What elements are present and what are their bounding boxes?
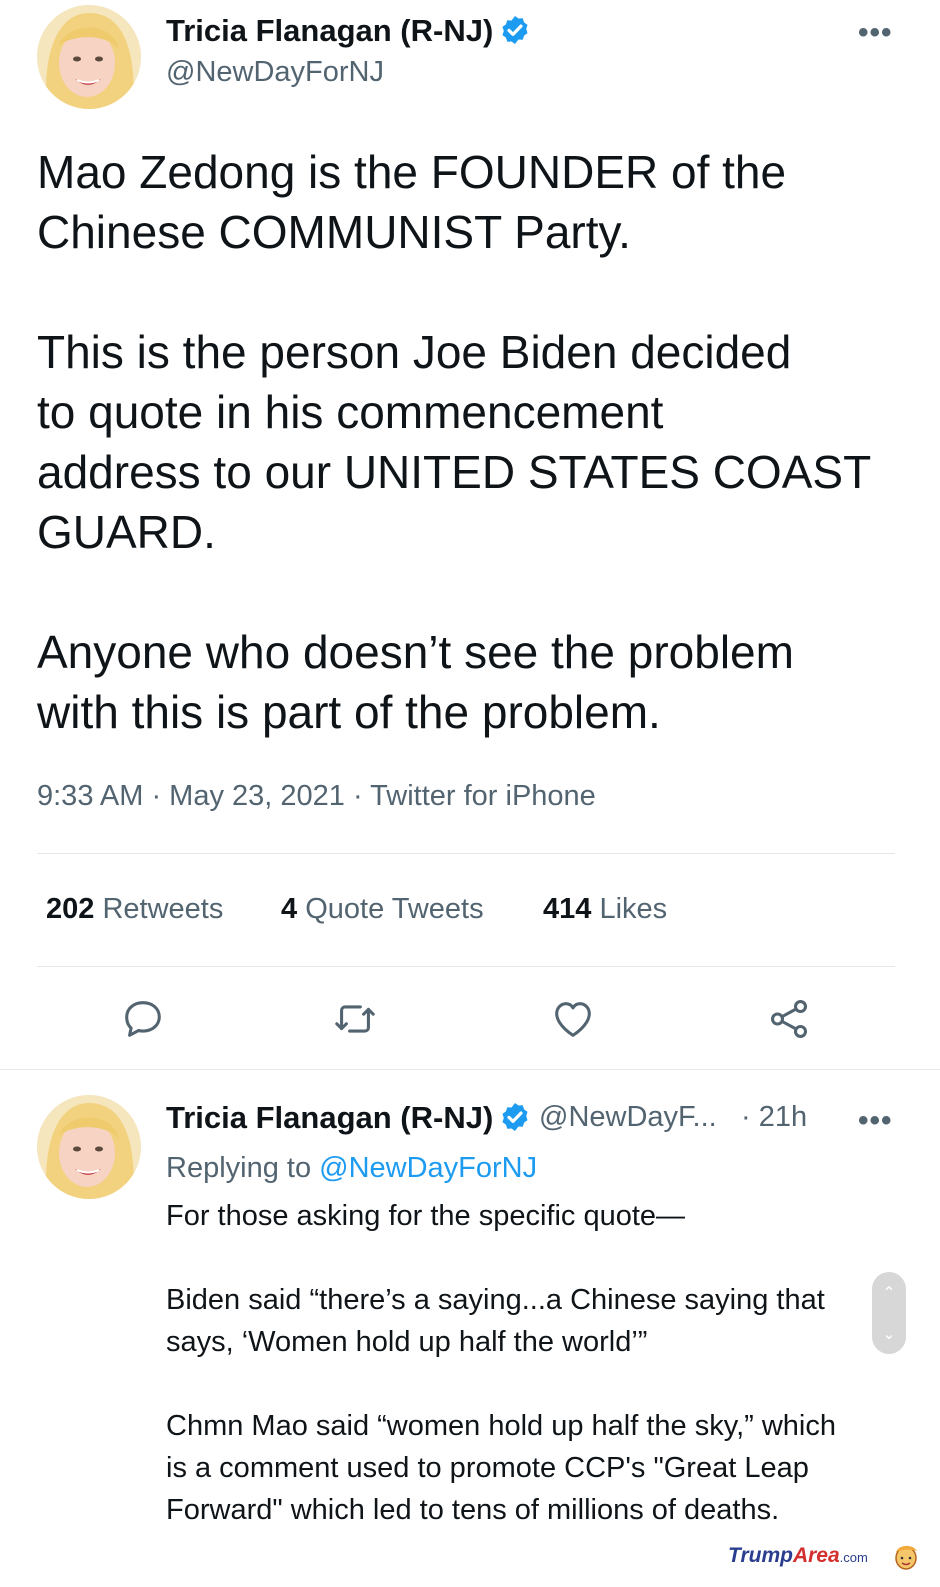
divider [37,853,895,854]
reply-time[interactable]: · 21h [741,1101,807,1134]
divider [0,1069,940,1070]
likes-stat[interactable]: 414 Likes [543,893,667,926]
chevron-down-icon[interactable]: ⌄ [882,1324,895,1344]
like-icon[interactable] [550,996,596,1042]
tweet-line: This is the person Joe Biden decided [37,326,792,378]
reply-line [166,1363,906,1405]
author-name-row[interactable]: Tricia Flanagan (R-NJ) [166,13,531,49]
reply-author-handle[interactable]: @NewDayF... [539,1101,717,1134]
tweet-line: Anyone who doesn’t see the problem [37,626,794,678]
replying-to-label: Replying to [166,1152,312,1184]
likes-label: Likes [599,893,668,925]
likes-count: 414 [543,893,592,925]
tweet-line: Mao Zedong is the FOUNDER of the [37,146,787,198]
retweet-icon[interactable] [332,996,378,1042]
avatar-image [37,1095,141,1199]
avatar[interactable] [37,5,141,109]
watermark-logo: TrumpArea.com [728,1544,868,1568]
avatar-image [37,5,141,109]
tweet-text: Mao Zedong is the FOUNDER of the Chinese… [37,142,917,742]
tweet-line: to quote in his commencement [37,386,664,438]
quotes-count: 4 [281,893,298,925]
share-icon[interactable] [766,996,812,1042]
tweet-paragraph: Mao Zedong is the FOUNDER of the Chinese… [37,142,917,262]
tweet-line: with this is part of the problem. [37,686,661,738]
tweet-paragraph: Anyone who doesn’t see the problem with … [37,622,917,742]
reply-line: Biden said “there’s a saying...a Chinese… [166,1284,825,1316]
replying-to-handle-link[interactable]: @NewDayForNJ [319,1152,537,1184]
watermark-brand-a: Trump [728,1544,793,1567]
retweets-label: Retweets [102,893,224,925]
watermark-brand-b: Area [792,1544,840,1567]
verified-badge-icon [502,1103,528,1131]
reply-line: says, ‘Women hold up half the world’” [166,1326,648,1358]
more-options-icon[interactable]: ••• [858,16,893,50]
reply-line: Forward" which led to tens of millions o… [166,1494,780,1526]
author-handle[interactable]: @NewDayForNJ [166,56,384,89]
reply-text: For those asking for the specific quote—… [166,1195,906,1531]
tweet-line: address to our UNITED STATES COAST [37,446,872,498]
tweet-line: GUARD. [37,506,216,558]
watermark-suffix: .com [839,1550,868,1565]
mascot-icon [895,1545,917,1570]
tweet-line: Chinese COMMUNIST Party. [37,206,631,258]
reply-icon[interactable] [120,996,166,1042]
reply-author-name[interactable]: Tricia Flanagan (R-NJ) [166,1100,493,1135]
tweet-timestamp[interactable]: 9:33 AM · May 23, 2021 · Twitter for iPh… [37,780,596,813]
avatar[interactable] [37,1095,141,1199]
reply-line [166,1237,906,1279]
reply-author-name-row[interactable]: Tricia Flanagan (R-NJ) [166,1100,531,1136]
replying-to: Replying to @NewDayForNJ [166,1152,537,1185]
more-options-icon[interactable]: ••• [858,1104,893,1138]
author-name[interactable]: Tricia Flanagan (R-NJ) [166,13,493,48]
verified-badge-icon [502,16,528,44]
retweets-count: 202 [46,893,95,925]
quotes-label: Quote Tweets [305,893,484,925]
reply-line: Chmn Mao said “women hold up half the sk… [166,1410,836,1442]
reply-line: is a comment used to promote CCP's "Grea… [166,1452,809,1484]
tweet-paragraph: This is the person Joe Biden decided to … [37,322,917,562]
retweets-stat[interactable]: 202 Retweets [46,893,223,926]
scroll-buttons[interactable]: ⌃ ⌄ [872,1272,906,1354]
quote-tweets-stat[interactable]: 4 Quote Tweets [281,893,484,926]
chevron-up-icon[interactable]: ⌃ [882,1283,895,1303]
reply-line: For those asking for the specific quote— [166,1200,686,1232]
divider [37,966,895,967]
